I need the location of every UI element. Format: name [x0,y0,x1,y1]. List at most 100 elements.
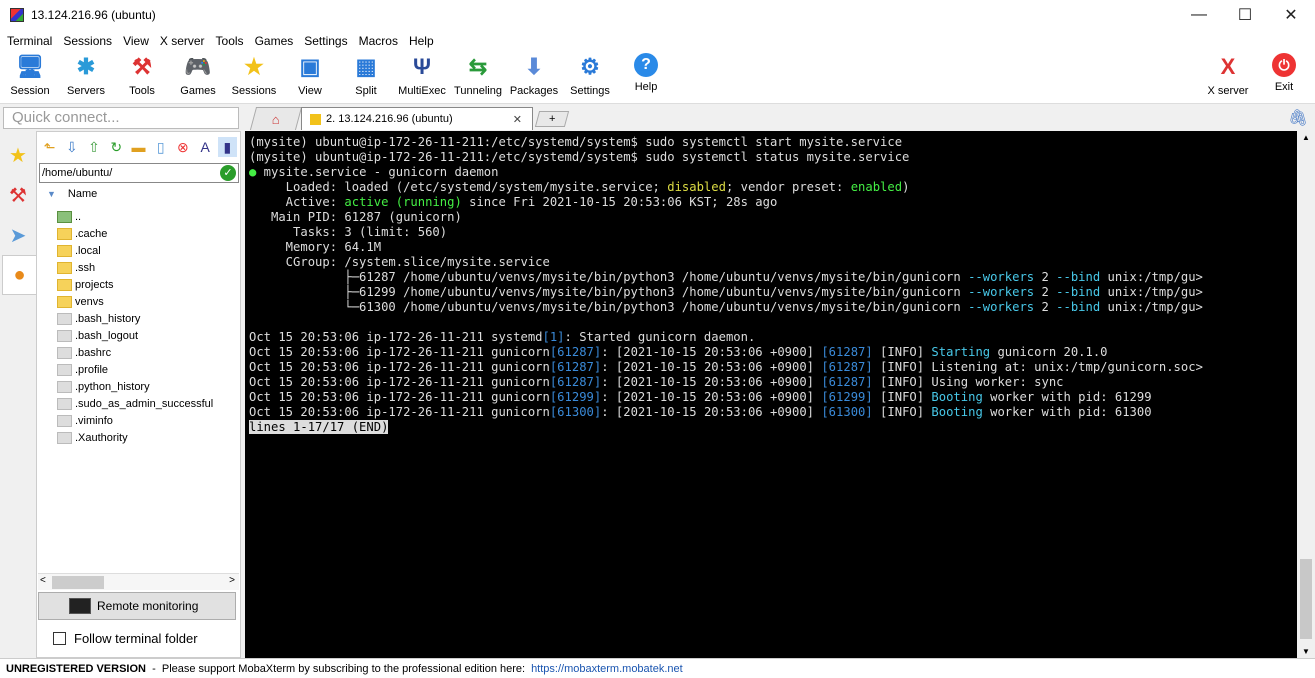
toolbar-exit-button[interactable]: ⏻ Exit [1254,53,1314,101]
minimize-button[interactable]: — [1176,0,1222,30]
menu-tools[interactable]: Tools [212,34,248,48]
terminal-output[interactable]: (mysite) ubuntu@ip-172-26-11-211:/etc/sy… [245,131,1297,658]
menu-terminal[interactable]: Terminal [3,34,56,48]
toolbar-servers-button[interactable]: ✱ Servers [56,53,116,101]
toolbar-label: Split [355,85,377,97]
sftp-tab[interactable]: ● [2,255,36,295]
toolbar-help-button[interactable]: ? Help [616,53,676,101]
checkmark-icon[interactable]: ✓ [220,165,236,181]
paperclip-icon[interactable]: 🖇 [1288,108,1308,128]
xserver-icon: X [1220,54,1236,79]
menu-settings[interactable]: Settings [300,34,351,48]
file-row[interactable]: .viminfo [57,412,213,429]
toolbar-x-server-button[interactable]: X X server [1198,53,1258,101]
file-row[interactable]: .bashrc [57,344,213,361]
menu-x-server[interactable]: X server [156,34,209,48]
file-row[interactable]: .python_history [57,378,213,395]
multiexec-icon: Ψ [413,54,431,79]
horizontal-scrollbar[interactable]: < > [38,573,239,590]
toolbar-session-button[interactable]: 🖥 Session [0,53,60,101]
download-icon[interactable]: ⇩ [62,137,81,157]
terminal-line: ├─61287 /home/ubuntu/venvs/mysite/bin/py… [249,270,1297,285]
power-icon: ⏻ [1272,53,1296,77]
parent-folder-icon[interactable]: ⬑ [40,137,59,157]
terminal-text: worker with pid: 61299 [982,390,1152,404]
toolbar-packages-button[interactable]: ⬇ Packages [504,53,564,101]
terminal-text: [INFO] [872,390,932,404]
terminal-text: enabled [850,180,903,194]
file-row[interactable]: .ssh [57,259,213,276]
new-folder-icon[interactable]: ▬ [129,137,148,157]
toolbar-split-button[interactable]: ▦ Split [336,53,396,101]
toolbar-tools-button[interactable]: ⚒ Tools [112,53,172,101]
home-tab[interactable]: ⌂ [249,107,303,130]
terminal-text: --bind [1056,285,1101,299]
file-name: .python_history [75,380,150,393]
file-row[interactable]: .Xauthority [57,429,213,446]
checkbox-box[interactable] [53,632,66,645]
terminal-text: Main PID: 61287 (gunicorn) [249,210,462,224]
toolbar-tunneling-button[interactable]: ⇆ Tunneling [448,53,508,101]
file-name: .ssh [75,261,96,274]
toolbar-view-button[interactable]: ▣ View [280,53,340,101]
menu-macros[interactable]: Macros [355,34,402,48]
file-row[interactable]: .bash_history [57,310,213,327]
sessions-star-tab[interactable]: ★ [2,135,34,175]
file-icon [57,329,72,342]
toolbar-label: Packages [509,85,559,97]
scroll-down-icon[interactable]: ▼ [1302,647,1310,656]
terminal-text: ) [902,180,910,194]
file-row[interactable]: .sudo_as_admin_successful [57,395,213,412]
menu-sessions[interactable]: Sessions [59,34,116,48]
terminal-text: Oct 15 20:53:06 ip-172-26-11-211 systemd [249,330,543,344]
name-column-header[interactable]: ▼ Name [47,188,97,200]
delete-icon[interactable]: ⊗ [173,137,192,157]
toolbar-multiexec-button[interactable]: Ψ MultiExec [392,53,452,101]
new-tab-button[interactable]: + [534,111,570,127]
maximize-button[interactable]: ☐ [1222,0,1268,30]
terminal-text: : [2021-10-15 20:53:06 +0900] [601,405,822,419]
terminal-text: active (running) [344,195,462,209]
menu-help[interactable]: Help [405,34,438,48]
new-file-icon[interactable]: ▯ [151,137,170,157]
upload-icon[interactable]: ⇧ [84,137,103,157]
file-name: .local [75,244,101,257]
file-row[interactable]: projects [57,276,213,293]
path-field[interactable]: /home/ubuntu/ ✓ [39,163,239,183]
scroll-thumb[interactable] [52,576,104,589]
menu-games[interactable]: Games [251,34,298,48]
follow-terminal-folder-checkbox[interactable]: Follow terminal folder [53,631,198,646]
terminal-text: : [2021-10-15 20:53:06 +0900] [601,375,822,389]
toolbar-games-button[interactable]: 🎮 Games [168,53,228,101]
file-row[interactable]: venvs [57,293,213,310]
toolbar-settings-button[interactable]: ⚙ Settings [560,53,620,101]
terminal-text: [61287] [821,345,873,359]
file-name: .viminfo [75,414,113,427]
file-row[interactable]: .local [57,242,213,259]
quick-connect-input[interactable]: Quick connect... [3,107,239,129]
file-icon [57,380,72,393]
file-row[interactable]: .profile [57,361,213,378]
scroll-up-icon[interactable]: ▲ [1302,133,1310,142]
rename-icon[interactable]: A [196,137,215,157]
monitor-icon: 🖥 [16,54,44,79]
close-button[interactable]: ✕ [1268,0,1314,30]
file-row[interactable]: .cache [57,225,213,242]
mobatek-link[interactable]: https://mobaxterm.mobatek.net [531,663,683,675]
home-icon: ⌂ [271,111,280,127]
terminal-scroll-thumb[interactable] [1300,559,1312,639]
remote-monitoring-button[interactable]: Remote monitoring [38,592,236,620]
tab-ssh-session[interactable]: 2. 13.124.216.96 (ubuntu) ✕ [301,107,533,130]
toolbar-sessions-button[interactable]: ★ Sessions [224,53,284,101]
properties-icon[interactable]: ▮ [217,137,237,157]
scroll-right-icon[interactable]: > [229,575,235,586]
refresh-icon[interactable]: ↻ [107,137,126,157]
file-row[interactable]: .bash_logout [57,327,213,344]
terminal-scrollbar[interactable]: ▲ ▼ [1297,131,1315,658]
file-row[interactable]: .. [57,208,213,225]
tools-tab[interactable]: ⚒ [2,175,34,215]
send-tab[interactable]: ➤ [2,215,34,255]
tab-close-icon[interactable]: ✕ [513,113,522,126]
scroll-left-icon[interactable]: < [40,575,46,586]
menu-view[interactable]: View [119,34,153,48]
